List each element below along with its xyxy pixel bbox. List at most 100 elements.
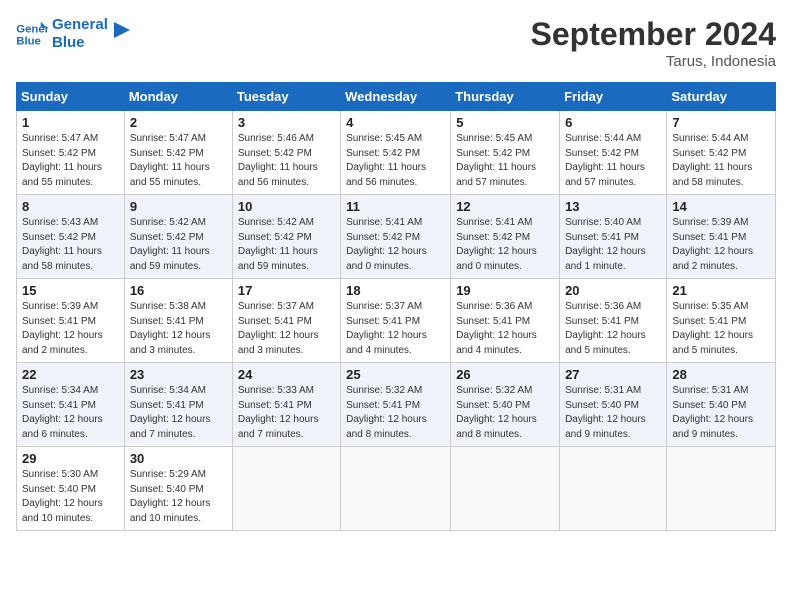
day-info: Sunrise: 5:40 AM Sunset: 5:41 PM Dayligh… [565, 216, 661, 274]
calendar-cell: 21 Sunrise: 5:35 AM Sunset: 5:41 PM Dayli… [667, 279, 776, 363]
calendar-cell: 13 Sunrise: 5:40 AM Sunset: 5:41 PM Dayli… [560, 195, 667, 279]
calendar-body: 1 Sunrise: 5:47 AM Sunset: 5:42 PM Daylig… [17, 111, 776, 531]
day-number: 7 [672, 115, 770, 130]
day-number: 22 [22, 367, 119, 382]
day-number: 19 [456, 283, 554, 298]
location: Tarus, Indonesia [531, 53, 776, 70]
calendar-cell: 4Sunrise: 5:45 AM Sunset: 5:42 PM Daylig… [341, 111, 451, 195]
calendar-cell: 24Sunrise: 5:33 AM Sunset: 5:41 PM Dayli… [232, 363, 340, 447]
calendar-cell: 14 Sunrise: 5:39 AM Sunset: 5:41 PM Dayli… [667, 195, 776, 279]
day-info: Sunrise: 5:33 AM Sunset: 5:41 PM Dayligh… [238, 384, 335, 442]
weekday-header-row: SundayMondayTuesdayWednesdayThursdayFrid… [17, 83, 776, 111]
day-number: 12 [456, 199, 554, 214]
day-number: 21 [672, 283, 770, 298]
day-number: 10 [238, 199, 335, 214]
day-number: 29 [22, 451, 119, 466]
calendar-week-4: 22 Sunrise: 5:34 AM Sunset: 5:41 PM Dayli… [17, 363, 776, 447]
day-number: 9 [130, 199, 227, 214]
calendar-cell: 26Sunrise: 5:32 AM Sunset: 5:40 PM Dayli… [451, 363, 560, 447]
calendar-cell: 20Sunrise: 5:36 AM Sunset: 5:41 PM Dayli… [560, 279, 667, 363]
svg-text:Blue: Blue [16, 36, 41, 48]
day-info: Sunrise: 5:34 AM Sunset: 5:41 PM Dayligh… [130, 384, 227, 442]
day-number: 18 [346, 283, 445, 298]
day-info: Sunrise: 5:47 AM Sunset: 5:42 PM Dayligh… [130, 132, 227, 190]
calendar-cell: 9Sunrise: 5:42 AM Sunset: 5:42 PM Daylig… [124, 195, 232, 279]
calendar-table: SundayMondayTuesdayWednesdayThursdayFrid… [16, 82, 776, 531]
day-info: Sunrise: 5:37 AM Sunset: 5:41 PM Dayligh… [346, 300, 445, 358]
calendar-cell: 15Sunrise: 5:39 AM Sunset: 5:41 PM Dayli… [17, 279, 125, 363]
day-info: Sunrise: 5:42 AM Sunset: 5:42 PM Dayligh… [238, 216, 335, 274]
day-info: Sunrise: 5:31 AM Sunset: 5:40 PM Dayligh… [672, 384, 770, 442]
weekday-header-sunday: Sunday [17, 83, 125, 111]
day-info: Sunrise: 5:41 AM Sunset: 5:42 PM Dayligh… [346, 216, 445, 274]
logo: General Blue General Blue [16, 16, 130, 52]
day-number: 27 [565, 367, 661, 382]
weekday-header-saturday: Saturday [667, 83, 776, 111]
day-info: Sunrise: 5:35 AM Sunset: 5:41 PM Dayligh… [672, 300, 770, 358]
calendar-cell [232, 447, 340, 531]
calendar-cell: 30 Sunrise: 5:29 AM Sunset: 5:40 PM Dayli… [124, 447, 232, 531]
day-info: Sunrise: 5:45 AM Sunset: 5:42 PM Dayligh… [456, 132, 554, 190]
calendar-week-2: 8 Sunrise: 5:43 AM Sunset: 5:42 PM Daylig… [17, 195, 776, 279]
day-info: Sunrise: 5:43 AM Sunset: 5:42 PM Dayligh… [22, 216, 119, 274]
calendar-cell [667, 447, 776, 531]
calendar-cell: 23 Sunrise: 5:34 AM Sunset: 5:41 PM Dayli… [124, 363, 232, 447]
calendar-cell: 18 Sunrise: 5:37 AM Sunset: 5:41 PM Dayli… [341, 279, 451, 363]
day-info: Sunrise: 5:37 AM Sunset: 5:41 PM Dayligh… [238, 300, 335, 358]
calendar-week-5: 29Sunrise: 5:30 AM Sunset: 5:40 PM Dayli… [17, 447, 776, 531]
day-info: Sunrise: 5:41 AM Sunset: 5:42 PM Dayligh… [456, 216, 554, 274]
calendar-week-3: 15Sunrise: 5:39 AM Sunset: 5:41 PM Dayli… [17, 279, 776, 363]
calendar-cell [560, 447, 667, 531]
weekday-header-wednesday: Wednesday [341, 83, 451, 111]
day-info: Sunrise: 5:32 AM Sunset: 5:41 PM Dayligh… [346, 384, 445, 442]
day-number: 8 [22, 199, 119, 214]
day-number: 30 [130, 451, 227, 466]
calendar-cell: 1 Sunrise: 5:47 AM Sunset: 5:42 PM Daylig… [17, 111, 125, 195]
day-info: Sunrise: 5:31 AM Sunset: 5:40 PM Dayligh… [565, 384, 661, 442]
calendar-cell: 6 Sunrise: 5:44 AM Sunset: 5:42 PM Daylig… [560, 111, 667, 195]
weekday-header-thursday: Thursday [451, 83, 560, 111]
day-info: Sunrise: 5:47 AM Sunset: 5:42 PM Dayligh… [22, 132, 119, 190]
day-number: 4 [346, 115, 445, 130]
logo-icon: General Blue [16, 20, 48, 48]
calendar-week-1: 1 Sunrise: 5:47 AM Sunset: 5:42 PM Daylig… [17, 111, 776, 195]
day-number: 23 [130, 367, 227, 382]
calendar-cell [451, 447, 560, 531]
day-info: Sunrise: 5:44 AM Sunset: 5:42 PM Dayligh… [565, 132, 661, 190]
day-number: 25 [346, 367, 445, 382]
calendar-cell: 16Sunrise: 5:38 AM Sunset: 5:41 PM Dayli… [124, 279, 232, 363]
day-number: 1 [22, 115, 119, 130]
calendar-cell [341, 447, 451, 531]
weekday-header-tuesday: Tuesday [232, 83, 340, 111]
day-number: 13 [565, 199, 661, 214]
month-title: September 2024 [531, 16, 776, 53]
day-info: Sunrise: 5:29 AM Sunset: 5:40 PM Dayligh… [130, 468, 227, 526]
weekday-header-friday: Friday [560, 83, 667, 111]
day-number: 3 [238, 115, 335, 130]
day-number: 28 [672, 367, 770, 382]
calendar-cell: 11Sunrise: 5:41 AM Sunset: 5:42 PM Dayli… [341, 195, 451, 279]
day-info: Sunrise: 5:39 AM Sunset: 5:41 PM Dayligh… [672, 216, 770, 274]
calendar-cell: 12 Sunrise: 5:41 AM Sunset: 5:42 PM Dayli… [451, 195, 560, 279]
calendar-cell: 5 Sunrise: 5:45 AM Sunset: 5:42 PM Daylig… [451, 111, 560, 195]
day-number: 16 [130, 283, 227, 298]
weekday-header-monday: Monday [124, 83, 232, 111]
day-info: Sunrise: 5:36 AM Sunset: 5:41 PM Dayligh… [456, 300, 554, 358]
calendar-cell: 22 Sunrise: 5:34 AM Sunset: 5:41 PM Dayli… [17, 363, 125, 447]
day-number: 6 [565, 115, 661, 130]
day-number: 26 [456, 367, 554, 382]
calendar-cell: 2 Sunrise: 5:47 AM Sunset: 5:42 PM Daylig… [124, 111, 232, 195]
day-number: 17 [238, 283, 335, 298]
calendar-cell: 17 Sunrise: 5:37 AM Sunset: 5:41 PM Dayli… [232, 279, 340, 363]
calendar-cell: 19 Sunrise: 5:36 AM Sunset: 5:41 PM Dayli… [451, 279, 560, 363]
day-number: 14 [672, 199, 770, 214]
logo-blue: Blue [52, 34, 108, 52]
calendar-cell: 29Sunrise: 5:30 AM Sunset: 5:40 PM Dayli… [17, 447, 125, 531]
logo-flag-icon [112, 22, 130, 46]
day-number: 2 [130, 115, 227, 130]
logo-general: General [52, 16, 108, 34]
day-info: Sunrise: 5:46 AM Sunset: 5:42 PM Dayligh… [238, 132, 335, 190]
day-info: Sunrise: 5:44 AM Sunset: 5:42 PM Dayligh… [672, 132, 770, 190]
day-info: Sunrise: 5:34 AM Sunset: 5:41 PM Dayligh… [22, 384, 119, 442]
day-number: 5 [456, 115, 554, 130]
